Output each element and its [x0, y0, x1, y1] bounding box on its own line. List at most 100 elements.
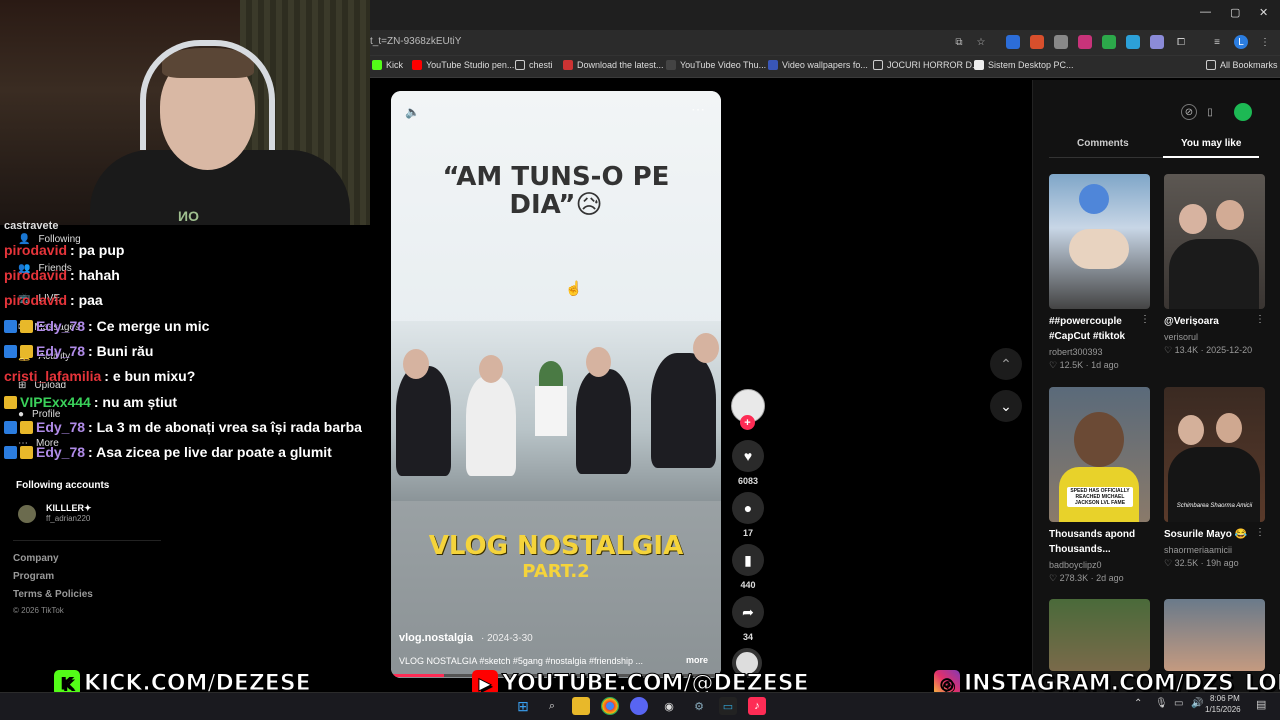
recommended-thumbnail[interactable]	[1049, 174, 1150, 309]
microphone-icon[interactable]: 🎙	[1155, 698, 1168, 709]
account-name[interactable]: KILLLER✦	[46, 503, 92, 514]
windows-start-icon[interactable]: ⊞	[514, 697, 532, 715]
video-player[interactable]: “AM TUNS-O PE DIA”😥 VLOG NOSTALGIA PART.…	[391, 91, 721, 678]
previous-video-button[interactable]: ⌃	[990, 348, 1022, 380]
folder-icon	[515, 60, 525, 70]
person-4	[651, 353, 716, 468]
video-quote: “AM TUNS-O PE DIA”😥	[442, 162, 670, 220]
save-button[interactable]: ▮	[732, 544, 764, 576]
footer-program[interactable]: Program	[13, 571, 54, 582]
next-video-button[interactable]: ⌄	[990, 390, 1022, 422]
crown-badge-icon	[20, 344, 33, 358]
user-avatar[interactable]	[1234, 103, 1252, 121]
bookmark-wallpapers[interactable]: Video wallpapers fo...	[768, 60, 868, 70]
face	[1216, 413, 1242, 443]
phone-icon[interactable]: ▯	[1202, 104, 1218, 120]
bookmark-star-icon[interactable]: ☆	[974, 35, 988, 49]
like-button[interactable]: ♥	[732, 440, 764, 472]
recommended-title[interactable]: Sosurile Mayo 😂	[1164, 527, 1256, 542]
more-options-icon[interactable]: ⋮	[1255, 527, 1265, 538]
terminal-icon[interactable]: ▭	[719, 697, 737, 715]
volume-icon[interactable]: 🔊	[1191, 698, 1203, 709]
volume-icon[interactable]: 🔈	[405, 105, 420, 119]
recommended-thumbnail[interactable]: Schimbarea Shaorma Amicii	[1164, 387, 1265, 522]
chat-message: Edy_78: La 3 m de abonați vrea sa își ra…	[4, 419, 362, 435]
share-button[interactable]: ➦	[732, 596, 764, 628]
verified-badge-icon	[4, 420, 17, 434]
clothing	[1168, 447, 1260, 522]
comment-count: 17	[742, 528, 753, 538]
account-avatar[interactable]	[18, 505, 36, 523]
extension-icon[interactable]	[1102, 35, 1116, 49]
plant-pot	[535, 386, 567, 436]
address-bar[interactable]	[360, 30, 1280, 56]
bookmark-folder-jocuri[interactable]: JOCURI HORROR D...	[873, 60, 980, 70]
recommended-title[interactable]: @Verișoara	[1164, 314, 1256, 329]
recommended-thumbnail[interactable]	[1049, 599, 1150, 671]
follow-plus-icon[interactable]: +	[740, 415, 755, 430]
video-menu-icon[interactable]: ⋯	[691, 101, 705, 118]
settings-gear-icon[interactable]: ⚙	[690, 697, 708, 715]
chevron-up-icon[interactable]: ⌃	[1134, 698, 1142, 709]
discord-icon[interactable]	[630, 697, 648, 715]
profile-avatar[interactable]: L	[1234, 35, 1248, 49]
extension-icon[interactable]	[1054, 35, 1068, 49]
chat-message: Edy_78: Ce merge un mic	[4, 318, 209, 334]
person-4-face	[693, 333, 719, 363]
reading-list-icon[interactable]: ≡	[1210, 35, 1224, 49]
extension-icon[interactable]	[1006, 35, 1020, 49]
recommended-user[interactable]: robert300393	[1049, 347, 1103, 357]
recommended-title[interactable]: ##powercouple #CapCut #tiktok	[1049, 314, 1141, 344]
extension-icon[interactable]	[1078, 35, 1092, 49]
all-bookmarks[interactable]: All Bookmarks	[1206, 60, 1278, 70]
puzzle-icon[interactable]: ⧠	[1174, 35, 1188, 49]
minimize-icon[interactable]: —	[1200, 6, 1211, 18]
tiktok-icon[interactable]: ♪	[748, 697, 766, 715]
chat-message: Edy_78: Asa zicea pe live dar poate a gl…	[4, 444, 332, 460]
kebab-menu-icon[interactable]: ⋮	[1258, 35, 1272, 49]
recommended-thumbnail[interactable]	[1164, 599, 1265, 671]
extension-icon[interactable]	[1030, 35, 1044, 49]
person-3	[576, 369, 631, 474]
clock-date[interactable]: 1/15/2026	[1205, 705, 1241, 714]
bookmark-kick[interactable]: Kick	[372, 60, 403, 70]
recommended-title[interactable]: Thousands apond Thousands...	[1049, 527, 1141, 557]
recommended-user[interactable]: badboyclipz0	[1049, 560, 1102, 570]
chat-message: VIPExx444: nu am știut	[4, 394, 177, 410]
share-arrow-icon: ➦	[742, 603, 754, 620]
close-icon[interactable]: ✕	[1259, 6, 1268, 19]
recommended-user[interactable]: shaormeriaamicii	[1164, 545, 1232, 555]
footer-terms[interactable]: Terms & Policies	[13, 589, 93, 600]
recommended-thumbnail[interactable]	[1164, 174, 1265, 309]
description-more-link[interactable]: more	[686, 655, 708, 665]
bookmark-folder-chesti[interactable]: chesti	[515, 60, 553, 70]
clock-time[interactable]: 8:06 PM	[1210, 694, 1240, 703]
install-app-icon[interactable]: ⧉	[952, 35, 966, 49]
more-options-icon[interactable]: ⋮	[1140, 314, 1150, 325]
obs-icon[interactable]: ◉	[660, 697, 678, 715]
footer-company[interactable]: Company	[13, 553, 59, 564]
bookmark-youtube-studio[interactable]: YouTube Studio pen...	[412, 60, 514, 70]
url-text[interactable]: t_t=ZN-9368zkEUtiY	[370, 36, 461, 47]
bookmark-thumbnail[interactable]: YouTube Video Thu...	[666, 60, 766, 70]
compass-icon[interactable]: ⊘	[1181, 104, 1197, 120]
notification-icon[interactable]: ▤	[1256, 698, 1266, 711]
file-explorer-icon[interactable]	[572, 697, 590, 715]
more-options-icon[interactable]: ⋮	[1255, 314, 1265, 325]
search-icon[interactable]: ⌕	[543, 697, 561, 715]
extension-icon[interactable]	[1150, 35, 1164, 49]
bookmark-sistem[interactable]: Sistem Desktop PC...	[974, 60, 1074, 70]
recommended-thumbnail[interactable]: SPEED HAS OFFICIALLY REACHED MICHAEL JAC…	[1049, 387, 1150, 522]
recommended-user[interactable]: verisorul	[1164, 332, 1198, 342]
thumbnail-site-icon	[666, 60, 676, 70]
folder-icon	[873, 60, 883, 70]
chrome-icon[interactable]	[601, 697, 619, 715]
comment-button[interactable]: ●	[732, 492, 764, 524]
video-author[interactable]: vlog.nostalgia	[399, 632, 473, 644]
maximize-icon[interactable]: ▢	[1230, 6, 1240, 19]
tab-you-may-like[interactable]: You may like	[1181, 138, 1241, 149]
tab-comments[interactable]: Comments	[1077, 138, 1129, 149]
bookmark-download[interactable]: Download the latest...	[563, 60, 664, 70]
network-icon[interactable]: ▭	[1174, 698, 1183, 709]
extension-icon[interactable]	[1126, 35, 1140, 49]
